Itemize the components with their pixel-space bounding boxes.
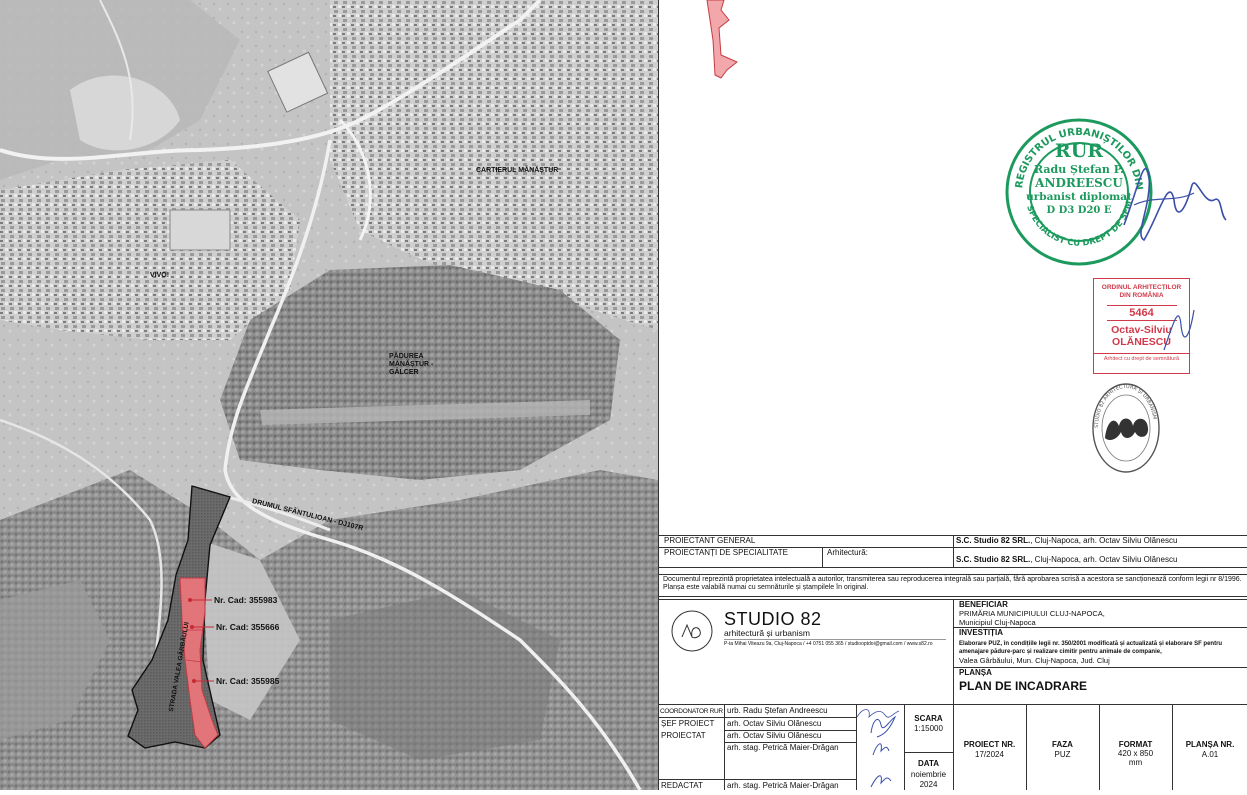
role-2: ȘEF PROIECT xyxy=(661,719,715,728)
signature-olanescu xyxy=(1163,309,1195,351)
aerial-map: CARTIERUL MĂNĂȘTUR VIVO! PĂDUREA MĂNĂȘTU… xyxy=(0,0,658,791)
beneficiar-line1: PRIMĂRIA MUNICIPIULUI CLUJ-NAPOCA, xyxy=(959,609,1105,618)
tb-specialitate-label: PROIECTANȚI DE SPECIALITATE xyxy=(664,548,789,557)
location-key-shape xyxy=(706,0,738,79)
label-cartierul-manastur: CARTIERUL MĂNĂȘTUR xyxy=(476,167,559,174)
data-label: DATA xyxy=(917,759,940,768)
role-3-name: arh. Octav Silviu Olănescu xyxy=(727,731,822,740)
tb-disclaimer: Documentul reprezintă proprietatea intel… xyxy=(663,576,1242,591)
tb-sp-company: S.C. Studio 82 SRL. xyxy=(956,555,1031,564)
beneficiar-line2: Municipiul Cluj-Napoca xyxy=(959,618,1036,627)
tb-sp-rest: , Cluj-Napoca, arh. Octav Silviu Olănesc… xyxy=(1030,555,1178,564)
oar-line1: ORDINUL ARHITECȚILOR xyxy=(1101,284,1182,291)
role-3: PROIECTAT xyxy=(661,731,706,740)
data-value2: 2024 xyxy=(919,780,938,789)
studio-address: P-ta Mihai Viteazu 9a, Cluj-Napoca / +4 … xyxy=(724,641,933,647)
investitia-label: INVESTIȚIA xyxy=(959,628,1004,637)
role-2-name: arh. Octav Silviu Olănescu xyxy=(727,719,822,728)
role-1-name: urb. Radu Ștefan Andreescu xyxy=(727,706,828,715)
plansa-title: PLAN DE INCADRARE xyxy=(959,679,1088,693)
studio-logo-icon xyxy=(671,610,713,652)
cadastral-label-3: Nr. Cad: 355985 xyxy=(216,676,280,686)
investitia-loc: Valea Gârbăului, Mun. Cluj-Napoca, Jud. … xyxy=(959,656,1110,665)
scara-value: 1:15000 xyxy=(914,724,943,733)
data-value1: noiembrie xyxy=(910,770,947,779)
scara-label: SCARA xyxy=(914,714,943,723)
plansa-label: PLANȘA xyxy=(959,668,992,677)
tb-pg-company: S.C. Studio 82 SRL. xyxy=(956,536,1031,545)
tb-specialitate-sub: Arhitectură: xyxy=(827,548,868,557)
cadastral-label-1: Nr. Cad: 355983 xyxy=(214,595,278,605)
plansa-nr-value: A.01 xyxy=(1201,750,1219,759)
studio-name: STUDIO 82 xyxy=(724,609,822,629)
proiect-nr-label: PROIECT NR. xyxy=(963,740,1016,749)
investitia-text: Elaborare PUZ, în condițiile legii nr. 3… xyxy=(959,641,1223,655)
label-vivo: VIVO! xyxy=(150,272,170,279)
drawing-sheet: REGISTRUL URBANIȘTILOR DIN ROMÂNIA SPECI… xyxy=(658,0,1247,790)
proiect-nr-value: 17/2024 xyxy=(975,750,1004,759)
cadastral-label-2: Nr. Cad: 355666 xyxy=(216,622,280,632)
tb-pg-rest: , Cluj-Napoca, arh. Octav Silviu Olănesc… xyxy=(1030,536,1178,545)
plansa-nr-label: PLANȘA NR. xyxy=(1185,740,1235,749)
role-1: COORDONATOR RUR xyxy=(660,708,723,715)
tb-specialitate-value: S.C. Studio 82 SRL., Cluj-Napoca, arh. O… xyxy=(956,555,1177,565)
label-padurea-2: MĂNĂȘTUR - xyxy=(389,361,434,368)
faza-label: FAZA xyxy=(1052,740,1073,749)
tb-proiectant-general-label: PROIECTANT GENERAL xyxy=(664,536,756,545)
signatures-roles xyxy=(856,709,900,788)
oar-line2: DIN ROMÂNIA xyxy=(1119,292,1164,299)
tb-proiectant-general-value: S.C. Studio 82 SRL., Cluj-Napoca, arh. O… xyxy=(956,536,1177,546)
company-stamp: STUDIO 82 ARHITECTURĂ ȘI URBANISM xyxy=(1091,382,1161,474)
signature-andreescu xyxy=(1123,167,1227,242)
format-value2: mm xyxy=(1128,758,1143,767)
label-padurea-1: PĂDUREA xyxy=(389,353,424,360)
label-padurea-3: GÂLCER xyxy=(389,369,419,376)
studio-sub: arhitectură și urbanism xyxy=(724,628,810,638)
faza-value: PUZ xyxy=(1054,750,1071,759)
role-4-name: arh. stag. Petrică Maier-Drăgan xyxy=(727,743,839,752)
aerial-map-image xyxy=(0,0,658,791)
